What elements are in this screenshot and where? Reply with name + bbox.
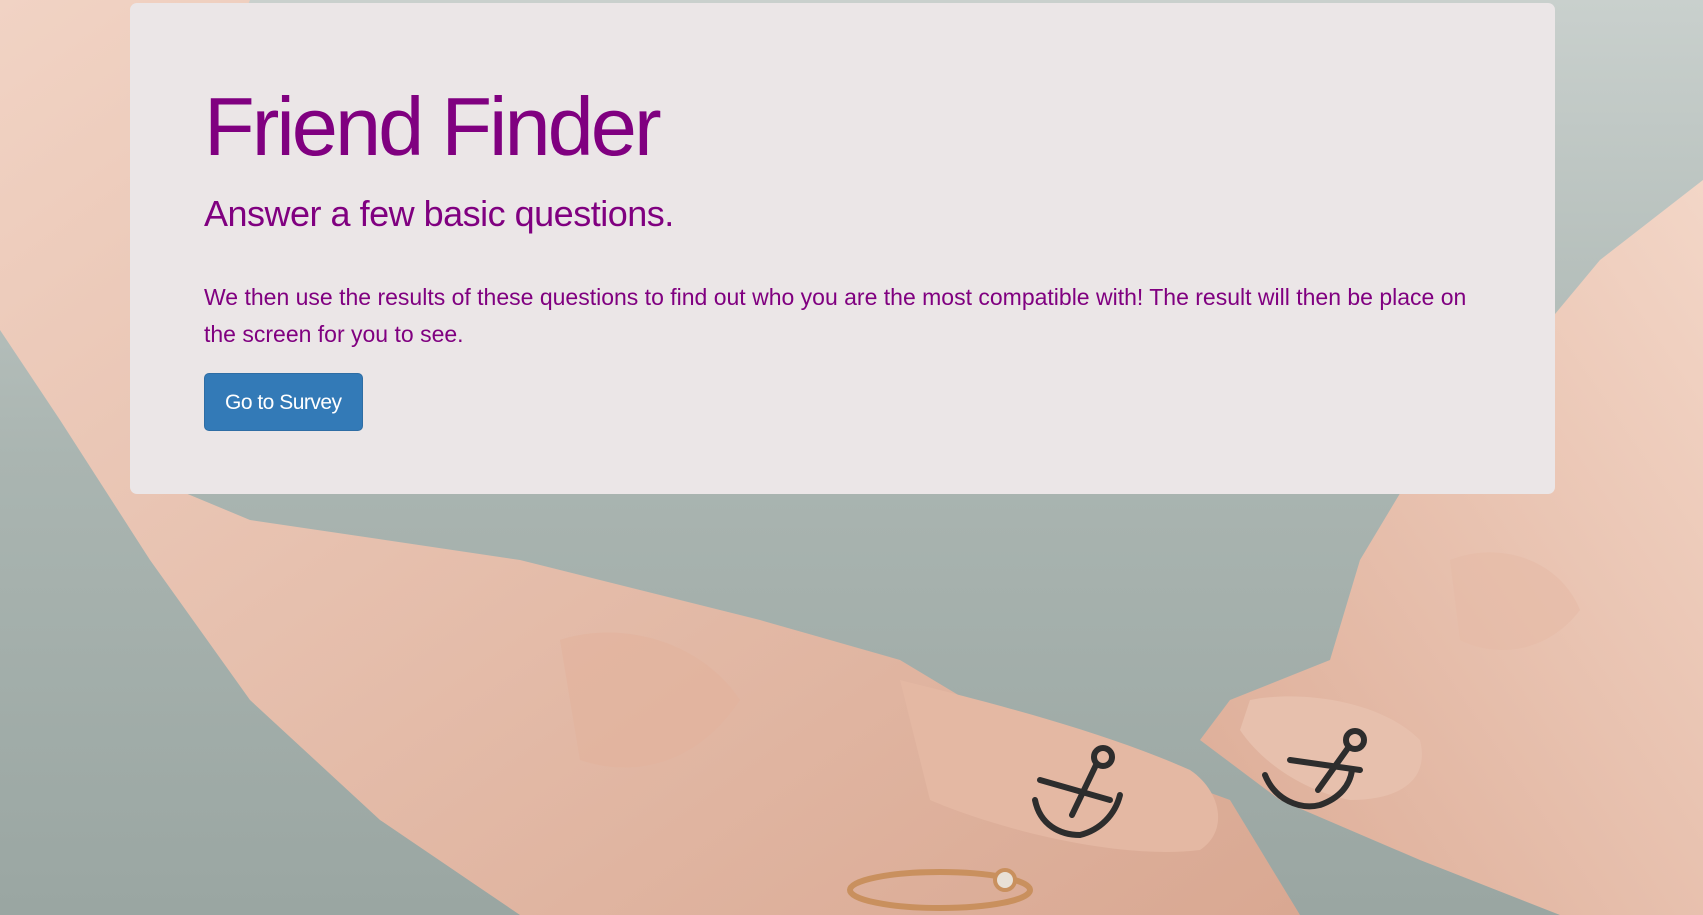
page-title: Friend Finder: [204, 80, 662, 173]
go-to-survey-button[interactable]: Go to Survey: [204, 372, 363, 431]
description-text: We then use the results of these questio…: [204, 283, 1467, 347]
jumbotron-panel: Friend Finder Answer a few basic questio…: [130, 3, 1555, 494]
page-subtitle: Answer a few basic questions.: [204, 193, 674, 235]
